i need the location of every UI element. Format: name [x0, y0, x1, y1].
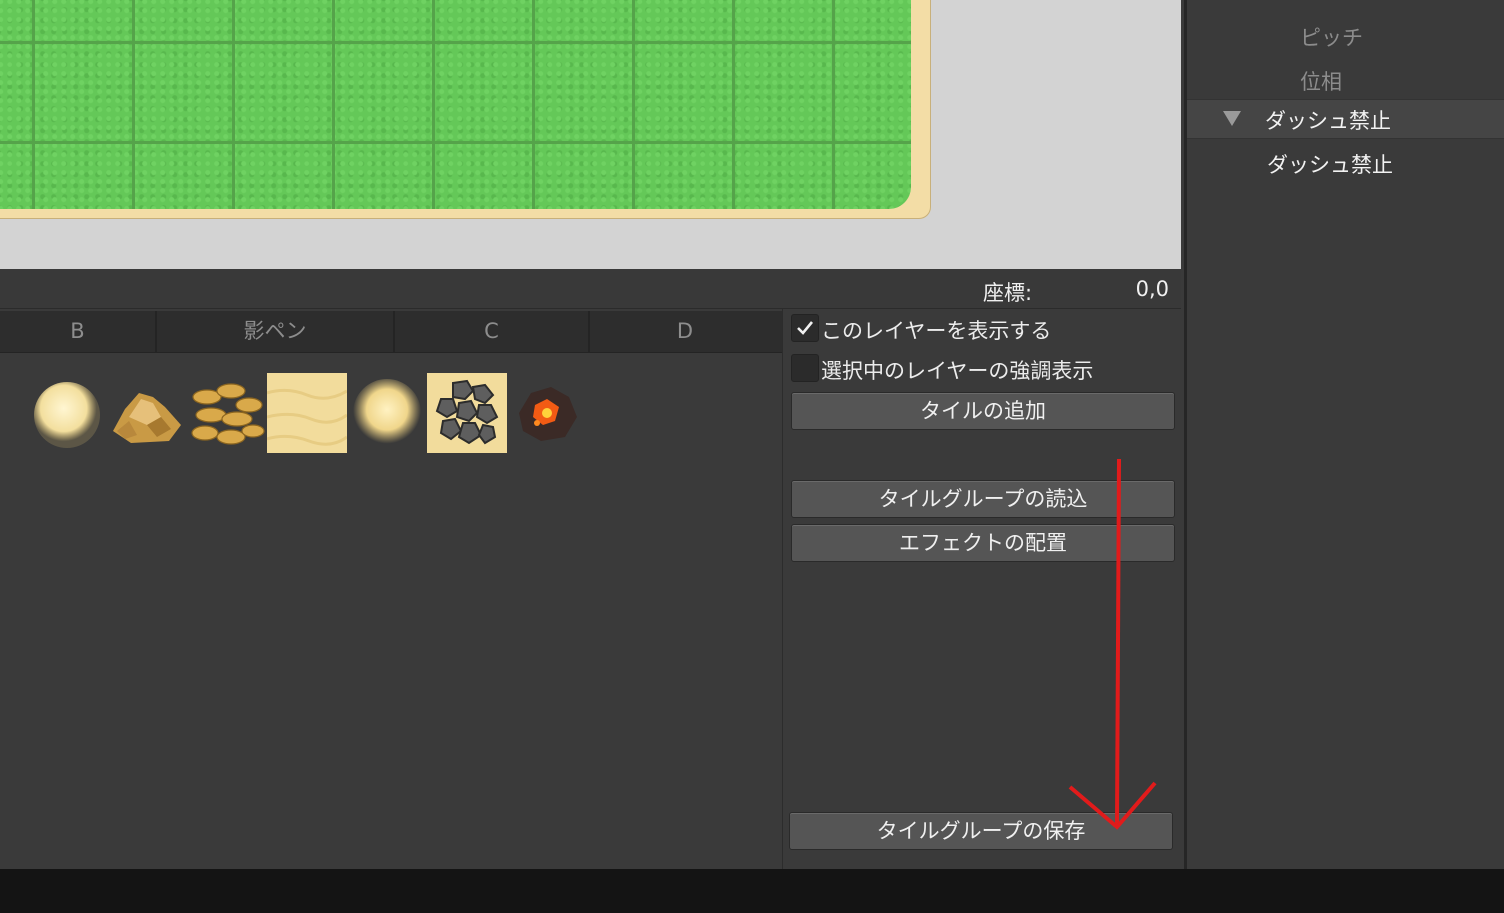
gold-coins-icon[interactable]	[187, 373, 267, 453]
sand-dot-icon[interactable]	[347, 373, 427, 453]
place-effect-button[interactable]: エフェクトの配置	[791, 524, 1175, 562]
section-title: ダッシュ禁止	[1265, 109, 1391, 133]
checkmark-icon	[797, 321, 814, 335]
coordinate-value: 0,0	[1135, 277, 1169, 301]
property-panel: ピッチ 位相 ダッシュ禁止 ダッシュ禁止	[1184, 0, 1504, 869]
sand-ball-icon[interactable]	[27, 373, 107, 453]
show-layer-label: このレイヤーを表示する	[821, 319, 1052, 343]
layer-control-panel: このレイヤーを表示する 選択中のレイヤーの強調表示 タイルの追加 タイルグループ…	[783, 309, 1181, 869]
lava-rock-icon[interactable]	[507, 373, 587, 453]
sand-floor-icon[interactable]	[267, 373, 347, 453]
coordinate-bar: 座標: 0,0	[0, 269, 1181, 309]
save-tile-group-button[interactable]: タイルグループの保存	[789, 812, 1173, 850]
collapse-triangle-icon[interactable]	[1223, 111, 1241, 127]
tab-b[interactable]: B	[0, 311, 157, 352]
tab-shadow-pen[interactable]: 影ペン	[157, 311, 395, 352]
coordinate-label: 座標:	[983, 281, 1033, 305]
stone-floor-icon[interactable]	[427, 373, 507, 453]
add-tile-button[interactable]: タイルの追加	[791, 392, 1175, 430]
load-tile-group-button[interactable]: タイルグループの読込	[791, 480, 1175, 518]
highlight-layer-label: 選択中のレイヤーの強調表示	[821, 359, 1094, 383]
dash-prohibit-item[interactable]: ダッシュ禁止	[1267, 149, 1393, 179]
map-sand-border	[0, 0, 931, 219]
property-phase: 位相	[1300, 70, 1342, 94]
tab-c[interactable]: C	[395, 311, 590, 352]
tab-d[interactable]: D	[590, 311, 780, 352]
tileset-tab-bar: B 影ペン C D	[0, 311, 782, 353]
tileset-panel: B 影ペン C D	[0, 309, 783, 869]
bottom-status-strip	[0, 869, 1504, 913]
map-canvas[interactable]	[0, 0, 1181, 269]
tile-palette	[0, 373, 782, 455]
map-grass-tiles	[0, 0, 911, 209]
highlight-layer-checkbox[interactable]	[791, 354, 819, 382]
rock-pile-icon[interactable]	[107, 373, 187, 453]
show-layer-checkbox[interactable]	[791, 314, 819, 342]
dash-prohibit-section-header[interactable]: ダッシュ禁止	[1187, 99, 1504, 139]
property-pitch: ピッチ	[1300, 26, 1363, 50]
